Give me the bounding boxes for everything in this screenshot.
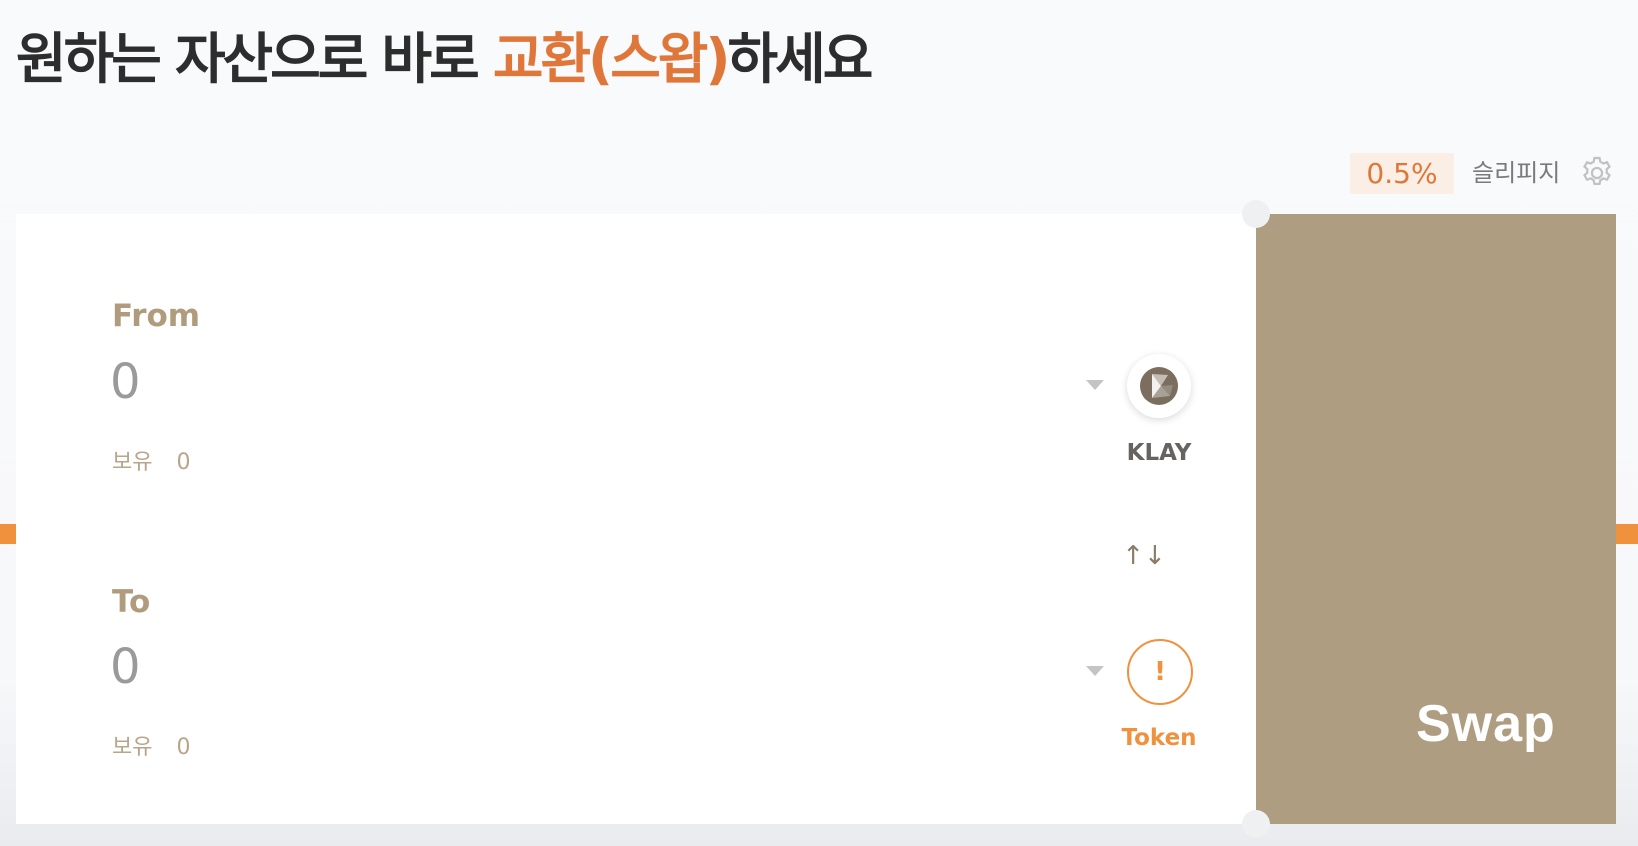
title-part1: 원하는 자산으로 바로	[16, 27, 493, 91]
left-accent-stripe	[0, 524, 16, 544]
to-amount-input[interactable]: 0	[110, 639, 141, 695]
to-balance-value: 0	[176, 735, 191, 760]
title-part2: 하세요	[727, 27, 874, 91]
to-token-dropdown[interactable]	[1086, 666, 1104, 676]
to-label: To	[112, 584, 151, 620]
from-balance-label: 보유	[112, 450, 153, 475]
from-token-name[interactable]: KLAY	[1099, 440, 1219, 466]
ticket-notch-bottom	[1242, 810, 1270, 838]
from-balance: 보유 0	[112, 444, 190, 476]
right-accent-stripe	[1614, 524, 1638, 544]
from-balance-value: 0	[176, 450, 191, 475]
slippage-value[interactable]: 0.5%	[1350, 153, 1454, 194]
from-amount-input[interactable]: 0	[110, 354, 141, 410]
from-label: From	[112, 298, 201, 334]
warning-icon[interactable]: !	[1127, 639, 1193, 705]
swap-arrows-icon[interactable]: ↑↓	[1122, 538, 1166, 574]
klay-logo-icon[interactable]	[1127, 354, 1191, 418]
title-accent: 교환(스왑)	[492, 27, 731, 91]
page-title: 원하는 자산으로 바로 교환(스왑)하세요	[16, 24, 874, 94]
slippage-label: 슬리피지	[1472, 159, 1561, 187]
to-token-name[interactable]: Token	[1099, 725, 1219, 751]
gear-icon[interactable]	[1578, 154, 1616, 192]
from-token-dropdown[interactable]	[1086, 380, 1104, 390]
swap-form-panel: From 0 보유 0 KLAY To 0 보유 0 ! Token	[16, 214, 1256, 824]
to-balance-label: 보유	[112, 735, 153, 760]
to-balance: 보유 0	[112, 729, 190, 761]
swap-button[interactable]: Swap	[1256, 214, 1616, 824]
swap-button-label: Swap	[1416, 695, 1556, 753]
ticket-notch-top	[1242, 200, 1270, 228]
